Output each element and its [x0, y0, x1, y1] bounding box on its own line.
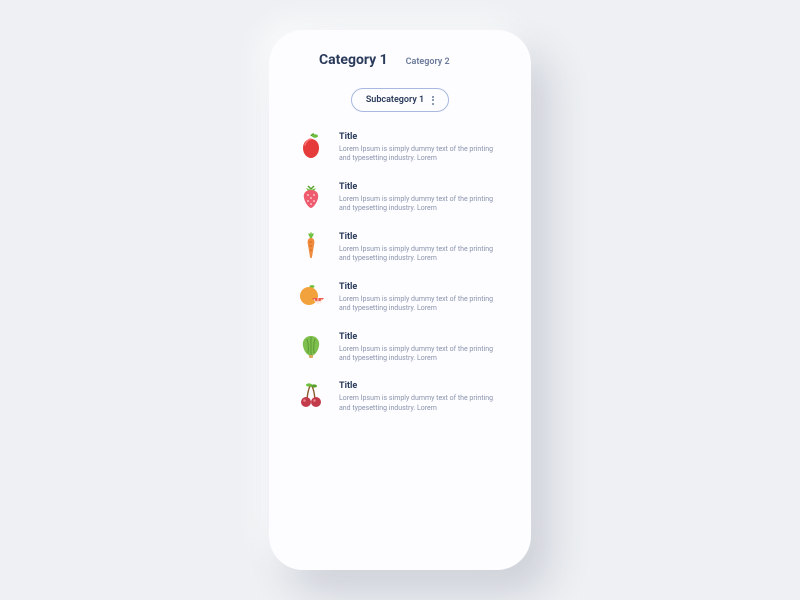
subcategory-row: Subcategory 1	[291, 88, 509, 112]
subcategory-label: Subcategory 1	[366, 95, 424, 105]
strawberry-icon	[297, 182, 325, 210]
phone-frame: Category 1 Category 2 Subcategory 1 Titl…	[269, 30, 531, 570]
apple-icon	[297, 132, 325, 160]
cherry-icon	[297, 381, 325, 409]
item-title: Title	[339, 182, 499, 192]
item-title: Title	[339, 381, 499, 391]
item-description: Lorem Ipsum is simply dummy text of the …	[339, 394, 499, 413]
list-item[interactable]: Title Lorem Ipsum is simply dummy text o…	[297, 381, 505, 413]
item-text: Title Lorem Ipsum is simply dummy text o…	[339, 182, 499, 214]
item-description: Lorem Ipsum is simply dummy text of the …	[339, 145, 499, 164]
tab-category-1[interactable]: Category 1	[319, 52, 388, 68]
list-item[interactable]: Title Lorem Ipsum is simply dummy text o…	[297, 132, 505, 164]
list-item[interactable]: Title Lorem Ipsum is simply dummy text o…	[297, 232, 505, 264]
item-description: Lorem Ipsum is simply dummy text of the …	[339, 195, 499, 214]
item-description: Lorem Ipsum is simply dummy text of the …	[339, 245, 499, 264]
item-description: Lorem Ipsum is simply dummy text of the …	[339, 295, 499, 314]
item-title: Title	[339, 282, 499, 292]
category-tabs: Category 1 Category 2	[291, 52, 509, 68]
list-item[interactable]: Title Lorem Ipsum is simply dummy text o…	[297, 282, 505, 314]
lettuce-icon	[297, 332, 325, 360]
item-text: Title Lorem Ipsum is simply dummy text o…	[339, 232, 499, 264]
list-item[interactable]: Title Lorem Ipsum is simply dummy text o…	[297, 332, 505, 364]
item-list: Title Lorem Ipsum is simply dummy text o…	[291, 132, 509, 413]
item-title: Title	[339, 132, 499, 142]
item-text: Title Lorem Ipsum is simply dummy text o…	[339, 282, 499, 314]
subcategory-select[interactable]: Subcategory 1	[351, 88, 449, 112]
item-title: Title	[339, 232, 499, 242]
item-title: Title	[339, 332, 499, 342]
more-vertical-icon	[432, 96, 434, 105]
item-text: Title Lorem Ipsum is simply dummy text o…	[339, 381, 499, 413]
item-text: Title Lorem Ipsum is simply dummy text o…	[339, 332, 499, 364]
tab-category-2[interactable]: Category 2	[406, 57, 450, 67]
list-item[interactable]: Title Lorem Ipsum is simply dummy text o…	[297, 182, 505, 214]
item-description: Lorem Ipsum is simply dummy text of the …	[339, 345, 499, 364]
carrot-icon	[297, 232, 325, 260]
item-text: Title Lorem Ipsum is simply dummy text o…	[339, 132, 499, 164]
orange-icon	[297, 282, 325, 310]
